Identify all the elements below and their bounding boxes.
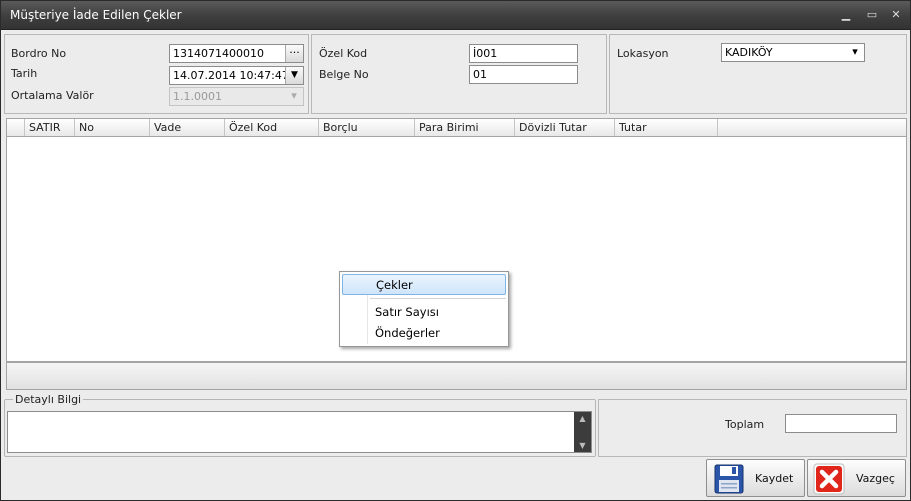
chevron-down-icon: ▾ bbox=[285, 88, 303, 105]
cancel-button-label: Vazgeç bbox=[856, 472, 895, 485]
ozel-kod-value: İ001 bbox=[473, 47, 498, 60]
minimize-icon[interactable]: ▁ bbox=[837, 7, 855, 23]
app-window: Müşteriye İade Edilen Çekler ▁ ▭ ✕ Bordr… bbox=[0, 0, 911, 501]
context-menu-separator bbox=[370, 298, 506, 299]
detail-textarea[interactable]: ▲ ▼ bbox=[7, 411, 592, 453]
context-menu: Çekler Satır Sayısı Öndeğerler bbox=[339, 271, 509, 347]
ortalama-valor-value: 1.1.0001 bbox=[173, 90, 222, 103]
column-header-satir[interactable]: SATIR bbox=[24, 119, 74, 136]
lokasyon-label: Lokasyon bbox=[617, 47, 669, 60]
ortalama-valor-label: Ortalama Valör bbox=[11, 89, 94, 102]
cancel-button[interactable]: Vazgeç bbox=[807, 459, 906, 497]
save-button-label: Kaydet bbox=[755, 472, 794, 485]
toplam-field[interactable] bbox=[785, 414, 897, 433]
lokasyon-dropdown[interactable]: KADIKÖY ▾ bbox=[721, 43, 865, 62]
cancel-x-icon bbox=[813, 463, 845, 495]
grid-header: SATIR No Vade Özel Kod Borçlu Para Birim… bbox=[6, 118, 907, 137]
lokasyon-value: KADIKÖY bbox=[725, 46, 773, 59]
bordro-no-ellipsis-button[interactable]: ··· bbox=[285, 45, 303, 62]
context-menu-item-satir-sayisi[interactable]: Satır Sayısı bbox=[342, 302, 506, 323]
title-bar[interactable]: Müşteriye İade Edilen Çekler ▁ ▭ ✕ bbox=[1, 1, 910, 30]
grid-footer bbox=[6, 362, 907, 390]
column-header-borclu[interactable]: Borçlu bbox=[318, 119, 414, 136]
bordro-no-value: 1314071400010 bbox=[173, 47, 264, 60]
chevron-down-icon[interactable]: ▼ bbox=[285, 67, 303, 84]
maximize-icon[interactable]: ▭ bbox=[863, 7, 881, 23]
toplam-label: Toplam bbox=[725, 418, 765, 431]
save-button[interactable]: Kaydet bbox=[706, 459, 805, 497]
floppy-disk-icon bbox=[714, 464, 744, 494]
chevron-down-icon[interactable]: ▾ bbox=[846, 44, 864, 61]
ozel-kod-field[interactable]: İ001 bbox=[469, 44, 578, 63]
column-header-vade[interactable]: Vade bbox=[149, 119, 224, 136]
ortalama-valor-field: 1.1.0001 ▾ bbox=[169, 87, 304, 106]
context-menu-item-cekler[interactable]: Çekler bbox=[342, 274, 506, 295]
window-title: Müşteriye İade Edilen Çekler bbox=[10, 8, 182, 22]
bordro-no-label: Bordro No bbox=[11, 47, 67, 60]
column-header-tutar[interactable]: Tutar bbox=[614, 119, 718, 136]
close-icon[interactable]: ✕ bbox=[887, 7, 905, 23]
detail-scrollbar[interactable]: ▲ ▼ bbox=[574, 412, 591, 452]
detail-legend: Detaylı Bilgi bbox=[13, 393, 84, 406]
belge-no-value: 01 bbox=[473, 68, 487, 81]
column-header-para-birimi[interactable]: Para Birimi bbox=[414, 119, 514, 136]
tarih-datepicker[interactable]: 14.07.2014 10:47:47 ▼ bbox=[169, 66, 304, 85]
column-header-ozel-kod[interactable]: Özel Kod bbox=[224, 119, 318, 136]
column-header-no[interactable]: No bbox=[74, 119, 149, 136]
scroll-up-icon[interactable]: ▲ bbox=[574, 414, 591, 423]
scroll-down-icon[interactable]: ▼ bbox=[574, 441, 591, 450]
belge-no-field[interactable]: 01 bbox=[469, 65, 578, 84]
context-menu-item-ondegerler[interactable]: Öndeğerler bbox=[342, 323, 506, 344]
tarih-label: Tarih bbox=[11, 67, 38, 80]
belge-no-label: Belge No bbox=[319, 68, 369, 81]
ozel-kod-label: Özel Kod bbox=[319, 47, 368, 60]
column-header-dovizli-tutar[interactable]: Dövizli Tutar bbox=[514, 119, 614, 136]
tarih-value: 14.07.2014 10:47:47 bbox=[173, 69, 289, 82]
bordro-no-field[interactable]: 1314071400010 ··· bbox=[169, 44, 304, 63]
